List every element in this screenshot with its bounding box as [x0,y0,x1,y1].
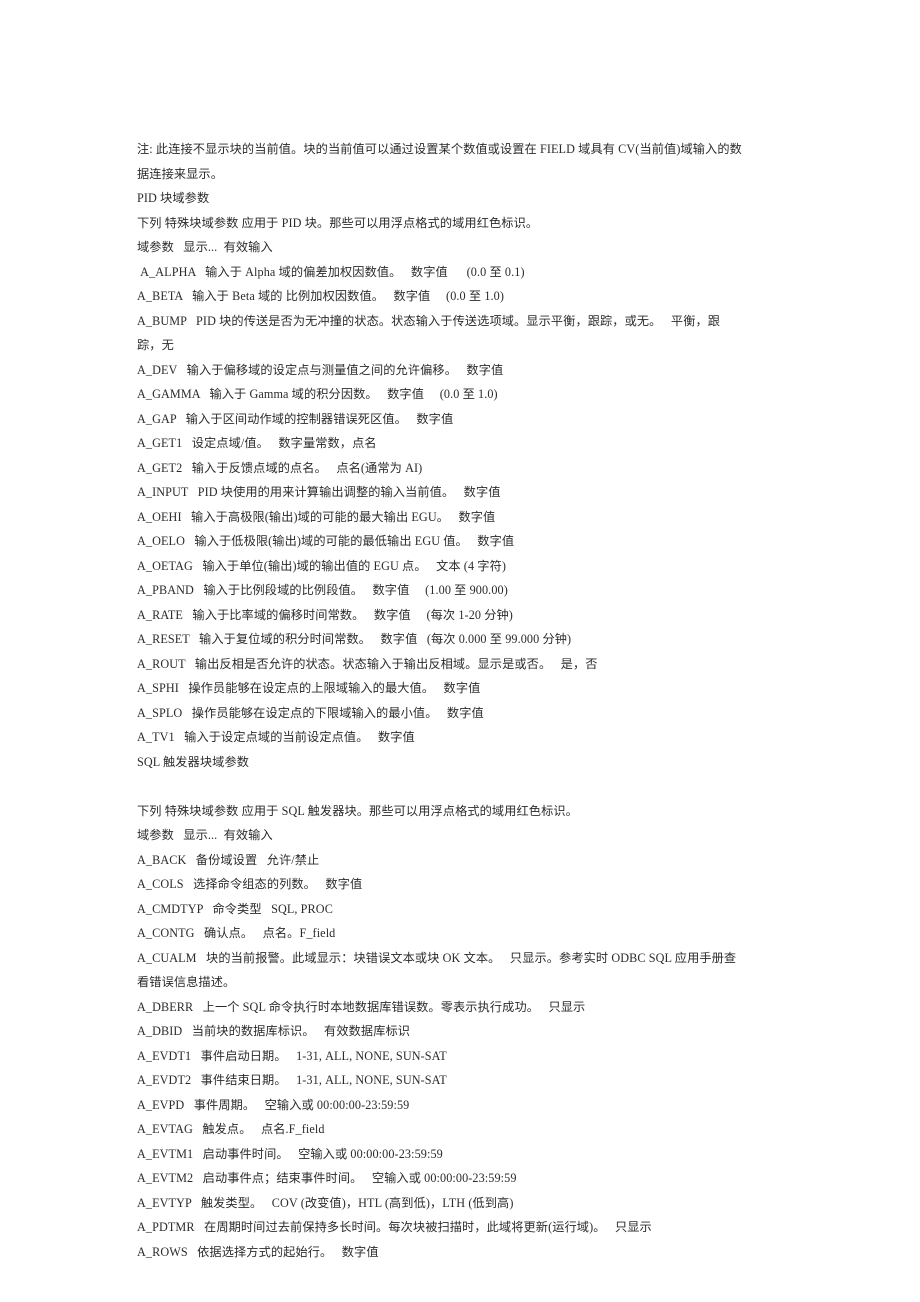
param-row: A_ROUT 输出反相是否允许的状态。状态输入于输出反相域。显示是或否。 是，否 [137,656,598,671]
column-header-pid: 域参数 显示... 有效输入 [137,240,273,254]
param-row: A_DEV 输入于偏移域的设定点与测量值之间的允许偏移。 数字值 [137,362,504,377]
param-row: A_COLS 选择命令组态的列数。 数字值 [137,877,363,891]
param-row: A_DBERR 上一个 SQL 命令执行时本地数据库错误数。零表示执行成功。 只… [137,999,586,1014]
section-pid: PID 块域参数 下列 特殊块域参数 应用于 PID 块。那些可以用浮点格式的域… [137,186,742,750]
param-row: A_RATE 输入于比率域的偏移时间常数。 数字值 (每次 1-20 分钟) [137,607,513,622]
param-row: A_GET1 设定点域/值。 数字量常数，点名 [137,436,377,450]
param-row: A_EVTM2 启动事件点；结束事件时间。 空输入或 00:00:00-23:5… [137,1171,517,1185]
param-row: A_OETAG 输入于单位(输出)域的输出值的 EGU 点。 文本 (4 字符) [137,558,507,573]
param-row: A_DBID 当前块的数据库标识。 有效数据库标识 [137,1024,411,1038]
section-sql-trigger: SQL 触发器块域参数 下列 特殊块域参数 应用于 SQL 触发器块。那些可以用… [137,750,742,1265]
param-row: A_RESET 输入于复位域的积分时间常数。 数字值 (每次 0.000 至 9… [137,632,572,646]
param-row: A_EVTM1 启动事件时间。 空输入或 00:00:00-23:59:59 [137,1146,443,1161]
param-row: A_EVDT2 事件结束日期。 1-31, ALL, NONE, SUN-SAT [137,1073,447,1087]
param-row: A_CUALM 块的当前报警。此域显示：块错误文本或块 OK 文本。 只显示。参… [137,950,737,990]
column-header-sql: 域参数 显示... 有效输入 [137,828,273,842]
param-row: A_CONTG 确认点。 点名。F_field [137,926,336,940]
param-row: A_GET2 输入于反馈点域的点名。 点名(通常为 AI) [137,460,423,475]
document-page: 注: 此连接不显示块的当前值。块的当前值可以通过设置某个数值或设置在 FIELD… [0,0,920,1302]
param-row: A_INPUT PID 块使用的用来计算输出调整的输入当前值。 数字值 [137,485,501,499]
param-row: A_BUMP PID 块的传送是否为无冲撞的状态。状态输入于传送选项域。显示平衡… [137,313,721,353]
section-heading-sql: SQL 触发器块域参数 [137,754,250,769]
spacer-line [137,774,742,799]
param-row: A_EVPD 事件周期。 空输入或 00:00:00-23:59:59 [137,1097,410,1112]
param-row: A_GAMMA 输入于 Gamma 域的积分因数。 数字值 (0.0 至 1.0… [137,387,498,401]
param-row: A_CMDTYP 命令类型 SQL, PROC [137,901,333,916]
param-row: A_EVTAG 触发点。 点名.F_field [137,1122,325,1136]
param-row: A_SPHI 操作员能够在设定点的上限域输入的最大值。 数字值 [137,681,481,695]
section-intro-pid: 下列 特殊块域参数 应用于 PID 块。那些可以用浮点格式的域用红色标识。 [137,215,539,230]
param-row: A_ROWS 依据选择方式的起始行。 数字值 [137,1244,379,1259]
param-row: A_PDTMR 在周期时间过去前保持多长时间。每次块被扫描时，此域将更新(运行域… [137,1220,652,1234]
param-row: A_GAP 输入于区间动作域的控制器错误死区值。 数字值 [137,411,454,426]
param-row: A_EVDT1 事件启动日期。 1-31, ALL, NONE, SUN-SAT [137,1048,447,1063]
param-row: A_OEHI 输入于高极限(输出)域的可能的最大输出 EGU。 数字值 [137,509,496,524]
param-row: A_ALPHA 输入于 Alpha 域的偏差加权因数值。 数字值 (0.0 至 … [137,264,525,279]
section-intro-sql: 下列 特殊块域参数 应用于 SQL 触发器块。那些可以用浮点格式的域用红色标识。 [137,803,578,818]
section-heading-pid: PID 块域参数 [137,191,210,205]
note-paragraph: 注: 此连接不显示块的当前值。块的当前值可以通过设置某个数值或设置在 FIELD… [137,137,742,186]
param-row: A_TV1 输入于设定点域的当前设定点值。 数字值 [137,730,415,744]
param-row: A_OELO 输入于低极限(输出)域的可能的最低输出 EGU 值。 数字值 [137,534,515,548]
param-row: A_BETA 输入于 Beta 域的 比例加权因数值。 数字值 (0.0 至 1… [137,289,505,303]
param-row: A_EVTYP 触发类型。 COV (改变值)，HTL (高到低)，LTH (低… [137,1195,514,1210]
param-row: A_SPLO 操作员能够在设定点的下限域输入的最小值。 数字值 [137,705,484,720]
param-row: A_PBAND 输入于比例段域的比例段值。 数字值 (1.00 至 900.00… [137,583,508,597]
param-row: A_BACK 备份域设置 允许/禁止 [137,852,320,867]
note-text: 注: 此连接不显示块的当前值。块的当前值可以通过设置某个数值或设置在 FIELD… [137,142,742,181]
